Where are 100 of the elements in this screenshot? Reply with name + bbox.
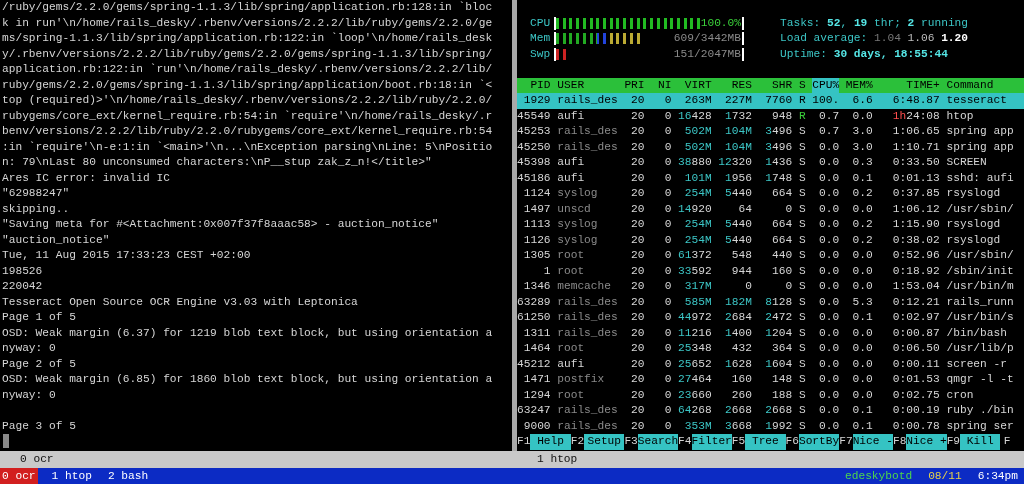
table-cell-text: 61250 — [517, 310, 551, 325]
column-header[interactable]: MEM% — [845, 77, 873, 93]
column-header[interactable]: SHR — [758, 77, 793, 93]
process-row[interactable]: 1113 syslog 20 0 254M 5440 664 S 0.0 0.2 1:15.90 rsyslogd — [517, 217, 1024, 233]
window-tab[interactable]: 2 bash — [105, 468, 151, 484]
table-cell-text: 664 — [771, 232, 793, 248]
column-header[interactable]: RES — [718, 77, 752, 93]
column-header[interactable]: VIRT — [678, 77, 712, 93]
hostname-label: edeskybotd — [845, 469, 913, 484]
terminal-line: "Saving meta for #<Attachment:0x007f37f8aaac58> - auction_notice" — [2, 217, 440, 232]
process-row[interactable]: 61250 rails_des 20 0 44972 2684 2472 S 0.0 0.1 0:02.97 /usr/bin/s — [517, 310, 1024, 326]
column-header[interactable]: CPU% — [812, 77, 840, 93]
table-cell-text: 254M — [683, 217, 712, 232]
terminal-line: :in `require'\n-e:1:in `<main>'\n...\nException parsing\nLine: 5\nPositio — [2, 139, 494, 155]
table-cell-text: root — [557, 263, 586, 279]
process-row[interactable]: 63247 rails_des 20 0 64268 2668 2668 S 0.0 0.1 0:00.19 ruby ./bin — [517, 403, 1024, 419]
table-cell: S — [798, 232, 806, 248]
table-cell: 11216 — [678, 325, 712, 341]
process-row[interactable]: 1471 postfix 20 0 27464 160 148 S 0.0 0.0 0:01.53 qmgr -l -t — [517, 372, 1024, 388]
table-cell-text: 45253 — [517, 124, 551, 139]
table-cell-text: 2668 — [764, 403, 793, 418]
table-cell-text: S — [798, 403, 806, 418]
table-cell-text: 20 — [630, 403, 645, 418]
table-cell-text: 8128 — [764, 294, 793, 310]
table-cell-text: screen -r — [946, 356, 1008, 372]
table-cell-text: postfix — [557, 372, 606, 387]
process-row[interactable]: 1124 syslog 20 0 254M 5440 664 S 0.0 0.2 0:37.85 rsyslogd — [517, 186, 1024, 202]
table-cell-text: syslog — [557, 217, 599, 232]
table-cell: R — [798, 108, 806, 124]
function-key-button[interactable]: F — [1000, 434, 1014, 450]
table-cell-text: 1311 — [522, 325, 551, 341]
table-cell-text: /usr/sbin/ — [946, 248, 1014, 263]
table-cell-text: 0.1 — [851, 310, 873, 325]
table-cell-text: 0.0 — [817, 387, 840, 403]
column-header[interactable]: Command — [946, 77, 1014, 93]
table-cell: S — [798, 170, 806, 186]
table-cell-text: 0.0 — [817, 139, 840, 155]
table-cell-text: 502M — [683, 124, 712, 139]
table-cell-text: 0 — [663, 418, 672, 434]
process-row[interactable]: 1464 root 20 0 25348 432 364 S 0.0 0.0 0:06.50 /usr/lib/p — [517, 341, 1024, 357]
table-cell-text: /bin/bash — [946, 325, 1008, 341]
table-cell-text: 1992 — [764, 418, 793, 434]
table-cell-text: 5440 — [724, 186, 752, 201]
table-cell-text: S — [798, 341, 806, 356]
column-header[interactable]: NI — [651, 77, 672, 93]
table-cell-text: 1346 — [522, 279, 551, 294]
process-row[interactable]: 45212 aufi 20 0 25652 1628 1604 S 0.0 0.0 0:00.11 screen -r — [517, 356, 1024, 372]
process-row[interactable]: 9000 rails_des 20 0 353M 3668 1992 S 0.0 0.1 0:00.78 spring ser — [517, 418, 1024, 434]
column-header[interactable]: S — [798, 77, 806, 93]
process-row[interactable]: 45253 rails_des 20 0 502M 104M 3496 S 0.7 3.0 1:06.65 spring app — [517, 124, 1024, 140]
table-cell: S — [798, 294, 806, 310]
terminal-line: OSD: Weak margin (6.85) for 1860 blob text block, but using orientation a — [2, 372, 494, 387]
table-cell-text: qmgr -l -t — [946, 372, 1014, 387]
table-cell-text: 20 — [630, 186, 645, 201]
table-cell-text: 0 — [744, 279, 752, 294]
terminal-line: "auction_notice" — [2, 232, 111, 248]
process-row[interactable]: 1929 rails_des 20 0 263M 227M 7760 R 100. 6.6 6:48.87 tesseract — [517, 93, 1024, 109]
window-tab[interactable]: 0 ocr — [0, 468, 38, 484]
table-cell-text: 20 — [630, 372, 645, 387]
column-header[interactable]: TIME+ — [879, 77, 940, 93]
column-header[interactable]: USER — [557, 77, 618, 93]
table-cell-text: S — [798, 248, 806, 263]
summary-line: Uptime: 30 days, 18:55:44 — [780, 46, 949, 62]
clock-label: 6:34pm — [977, 469, 1018, 484]
table-cell-text: 353M — [683, 418, 712, 434]
table-cell-text: 0:01.53 — [891, 372, 940, 387]
process-row[interactable]: 45549 aufi 20 0 16428 1732 948 R 0.7 0.0 1h24:08 htop — [517, 108, 1024, 124]
table-cell-text: 944 — [730, 263, 752, 279]
process-row[interactable]: 1 root 20 0 33592 944 160 S 0.0 0.0 0:18.92 /sbin/init — [517, 263, 1024, 279]
table-cell-text: 0.0 — [817, 403, 840, 418]
table-cell-text: 0 — [663, 186, 672, 201]
table-cell-text: 317M — [683, 279, 712, 294]
process-row[interactable]: 1305 root 20 0 61372 548 440 S 0.0 0.0 0:52.96 /usr/sbin/ — [517, 248, 1024, 264]
table-cell-text: 0 — [663, 279, 672, 294]
table-cell-text: 432 — [730, 341, 752, 356]
table-cell-text: 20 — [630, 341, 645, 356]
process-row[interactable]: 45398 aufi 20 0 38880 12320 1436 S 0.0 0.3 0:33.50 SCREEN — [517, 155, 1024, 171]
window-tab[interactable]: 1 htop — [49, 468, 94, 484]
meter-value: 100.0% — [700, 16, 741, 30]
process-row[interactable]: 1294 root 20 0 23660 260 188 S 0.0 0.0 0:02.75 cron — [517, 387, 1024, 403]
process-row[interactable]: 45250 rails_des 20 0 502M 104M 3496 S 0.0 3.0 1:10.71 spring app — [517, 139, 1024, 155]
column-header[interactable]: PRI — [624, 77, 645, 93]
table-cell: 23660 — [678, 387, 712, 403]
table-cell-text: root — [557, 387, 586, 403]
table-cell-text: 0 — [663, 294, 672, 310]
table-cell: rails_des — [557, 139, 618, 155]
table-cell-text: 0.0 — [851, 356, 873, 372]
process-row[interactable]: 1311 rails_des 20 0 11216 1400 1204 S 0.0 0.0 0:00.87 /bin/bash — [517, 325, 1024, 341]
table-cell-text: 1604 — [764, 356, 793, 372]
process-row[interactable]: 63289 rails_des 20 0 585M 182M 8128 S 0.0 5.3 0:12.21 rails_runn — [517, 294, 1024, 310]
process-row[interactable]: 1346 memcache 20 0 317M 0 0 S 0.0 0.0 1:53.04 /usr/bin/m — [517, 279, 1024, 295]
process-row[interactable]: 45186 aufi 20 0 101M 1956 1748 S 0.0 0.1 0:01.13 sshd: aufi — [517, 170, 1024, 186]
process-row[interactable]: 1126 syslog 20 0 254M 5440 664 S 0.0 0.2 0:38.02 rsyslogd — [517, 232, 1024, 248]
column-header[interactable]: PID — [517, 77, 551, 93]
table-cell-text: 0 — [663, 155, 672, 170]
table-cell-text: 0 — [663, 387, 672, 403]
table-cell-text: 20 — [630, 201, 645, 217]
table-cell-text: 64268 — [678, 403, 712, 418]
table-cell: 14920 — [678, 201, 712, 217]
process-row[interactable]: 1497 unscd 20 0 14920 64 0 S 0.0 0.0 1:06.12 /usr/sbin/ — [517, 201, 1024, 217]
